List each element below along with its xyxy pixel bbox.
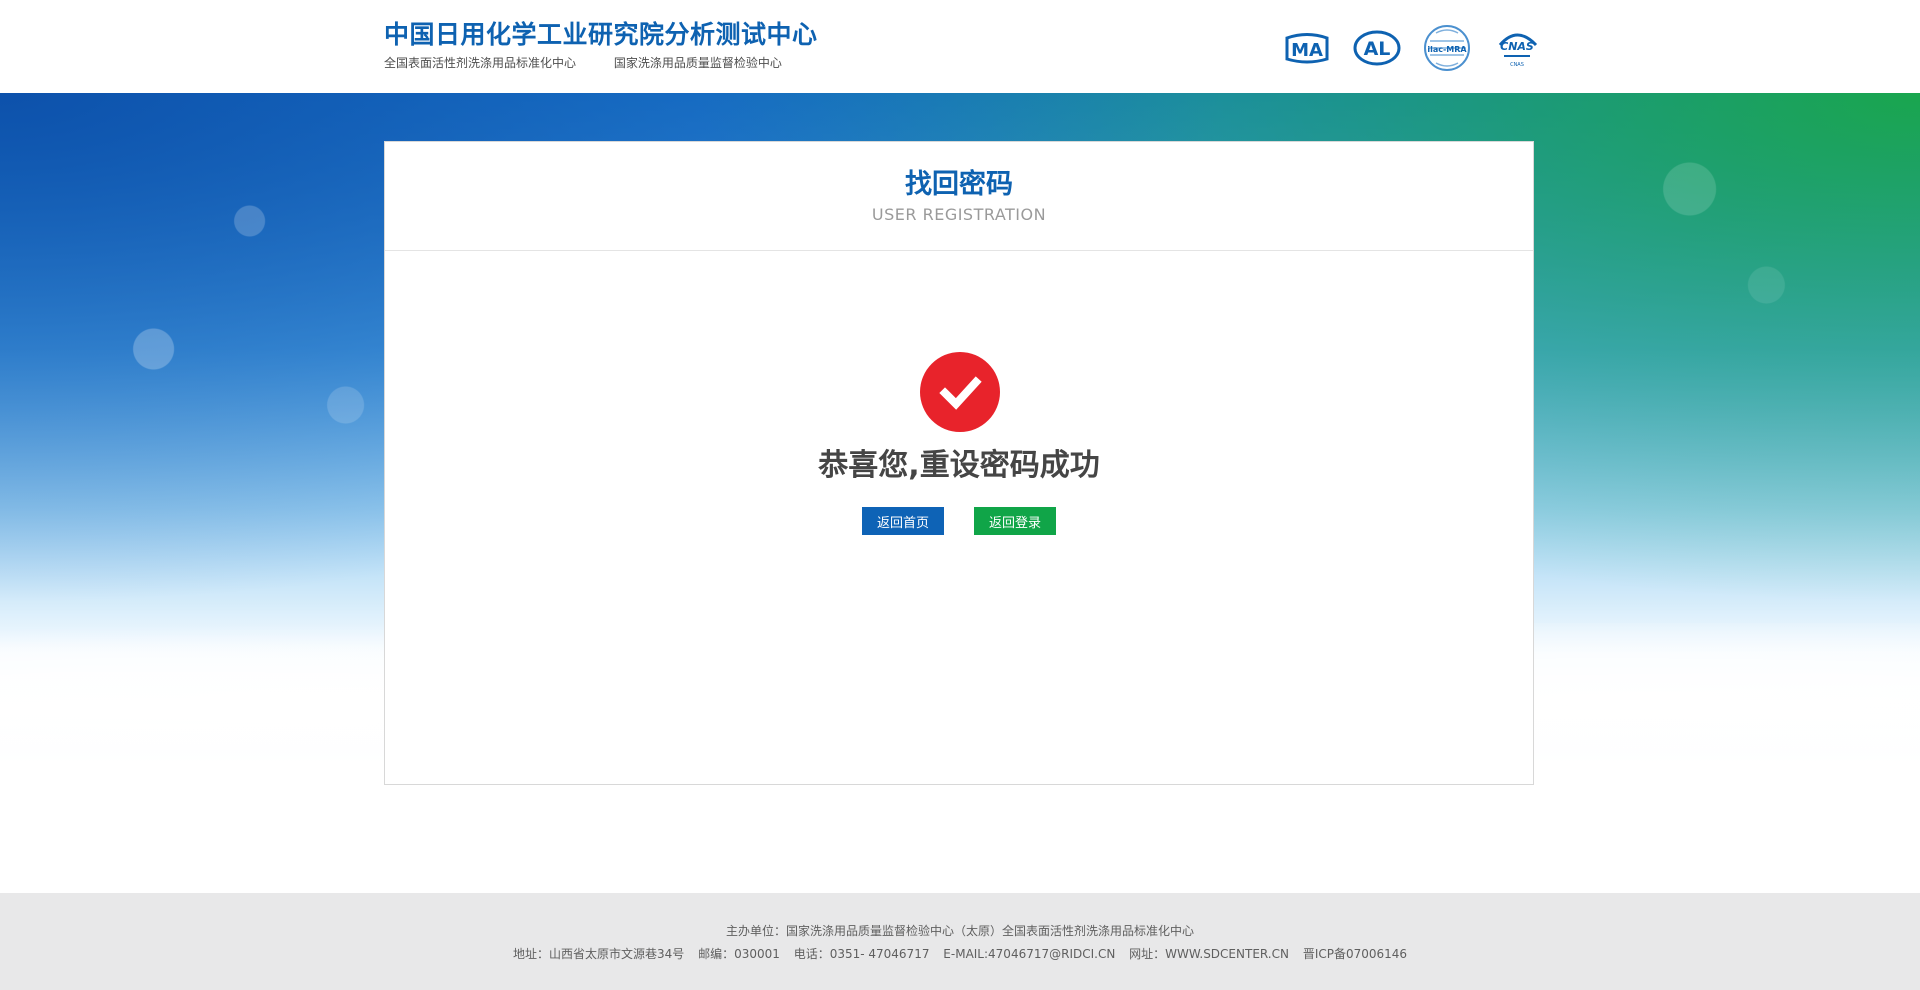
footer-postcode: 邮编：030001 <box>698 947 780 961</box>
site-footer: 主办单位：国家洗涤用品质量监督检验中心（太原）全国表面活性剂洗涤用品标准化中心 … <box>0 893 1920 990</box>
footer-email: E-MAIL:47046717@RIDCI.CN <box>943 947 1116 961</box>
svg-text:ilac-MRA: ilac-MRA <box>1427 45 1467 54</box>
footer-host-info: 主办单位：国家洗涤用品质量监督检验中心（太原）全国表面活性剂洗涤用品标准化中心 <box>725 924 1194 938</box>
brand-block: 中国日用化学工业研究院分析测试中心 全国表面活性剂洗涤用品标准化中心 国家洗涤用… <box>384 20 818 71</box>
footer-icp: 晋ICP备07006146 <box>1302 947 1408 961</box>
certification-logos: MA AL ilac-MRA CNAS CNAS <box>1280 25 1544 71</box>
site-title: 中国日用化学工业研究院分析测试中心 <box>384 20 818 49</box>
svg-text:CNAS: CNAS <box>1500 40 1534 53</box>
return-home-button[interactable]: 返回首页 <box>862 507 944 535</box>
cal-icon: AL <box>1350 26 1404 70</box>
success-check-icon <box>920 352 1000 432</box>
cnas-icon: CNAS CNAS <box>1490 26 1544 70</box>
card-header: 找回密码 USER REGISTRATION <box>385 142 1533 251</box>
ilac-mra-icon: ilac-MRA <box>1420 25 1474 71</box>
standardization-center-label: 全国表面活性剂洗涤用品标准化中心 <box>384 56 577 70</box>
card-body: 恭喜您,重设密码成功 返回首页 返回登录 <box>385 251 1533 785</box>
page-title: 找回密码 <box>905 169 1013 200</box>
footer-contact-info: 地址：山西省太原市文源巷34号 邮编：030001 电话：0351- 47046… <box>0 943 1920 966</box>
success-message: 恭喜您,重设密码成功 <box>818 448 1100 483</box>
footer-website: 网址：WWW.SDCENTER.CN <box>1129 947 1289 961</box>
return-login-button[interactable]: 返回登录 <box>974 507 1056 535</box>
footer-phone: 电话：0351- 47046717 <box>793 947 930 961</box>
action-buttons: 返回首页 返回登录 <box>862 507 1056 535</box>
site-subtitles: 全国表面活性剂洗涤用品标准化中心 国家洗涤用品质量监督检验中心 <box>384 54 818 71</box>
site-header: 中国日用化学工业研究院分析测试中心 全国表面活性剂洗涤用品标准化中心 国家洗涤用… <box>0 0 1920 93</box>
cma-icon: MA <box>1280 26 1334 70</box>
svg-text:MA: MA <box>1291 40 1323 61</box>
password-reset-card: 找回密码 USER REGISTRATION 恭喜您,重设密码成功 返回首页 返… <box>384 141 1534 785</box>
quality-supervision-center-label: 国家洗涤用品质量监督检验中心 <box>613 56 782 70</box>
footer-address: 地址：山西省太原市文源巷34号 <box>512 947 685 961</box>
svg-text:CNAS: CNAS <box>1510 62 1524 68</box>
page-subtitle: USER REGISTRATION <box>871 205 1047 225</box>
svg-text:AL: AL <box>1364 38 1391 60</box>
